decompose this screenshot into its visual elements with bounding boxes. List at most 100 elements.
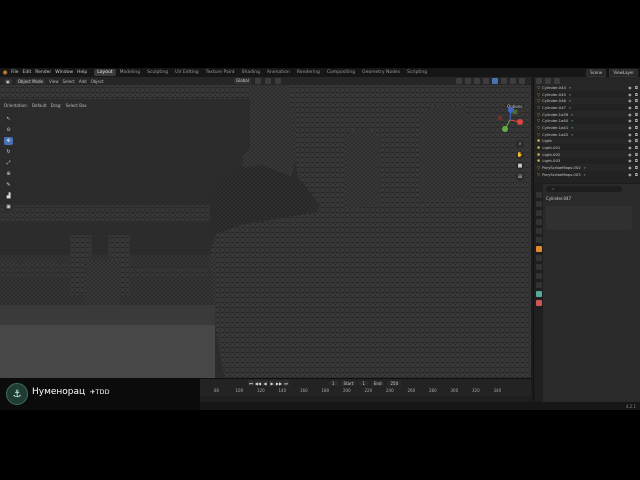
transform-orientation-selector[interactable]: Global	[234, 78, 251, 84]
tool-tab-icon[interactable]	[535, 192, 542, 198]
frame-ruler[interactable]: 80 100 120 140 160 180 200 220 240 260 280 300 320 34…	[200, 388, 531, 396]
outliner-row[interactable]: ✺ Light.001 ◉ ◘	[534, 144, 640, 151]
output-tab-icon[interactable]	[535, 210, 542, 216]
tab-geometry-nodes[interactable]: Geometry Nodes	[359, 69, 403, 76]
filter-icon[interactable]	[554, 77, 560, 84]
prev-keyframe-icon[interactable]: ◀◀	[255, 380, 261, 386]
pivot-icon[interactable]	[254, 78, 261, 84]
view-layer-tab-icon[interactable]	[535, 219, 542, 225]
tab-sculpting[interactable]: Sculpting	[144, 69, 171, 76]
rotate-tool-icon[interactable]: ↻	[4, 148, 13, 156]
menu-render[interactable]: Render	[35, 70, 51, 75]
gizmo-toggle-icon[interactable]	[465, 78, 471, 84]
tab-layout[interactable]: Layout	[94, 69, 116, 76]
visibility-toggle-icon[interactable]: ◉ ◘	[628, 125, 639, 130]
menu-edit[interactable]: Edit	[23, 70, 32, 75]
data-tab-icon[interactable]	[535, 291, 542, 297]
editor-type-button[interactable]: ▣	[4, 78, 12, 84]
object-tab-icon[interactable]	[535, 246, 542, 252]
xray-icon[interactable]	[483, 78, 489, 84]
visibility-icon[interactable]	[456, 78, 462, 84]
pan-hand-icon[interactable]: ✋	[516, 151, 524, 159]
tab-compositing[interactable]: Compositing	[324, 69, 358, 76]
play-reverse-icon[interactable]: ◀	[262, 380, 268, 386]
add-cube-tool-icon[interactable]: ▣	[4, 203, 13, 211]
outliner-editor-icon[interactable]	[536, 77, 542, 84]
view-layer-selector[interactable]: ViewLayer	[609, 69, 638, 77]
transform-tool-icon[interactable]: ⊕	[4, 170, 13, 178]
wireframe-shading-icon[interactable]	[492, 78, 498, 84]
move-tool-icon[interactable]: ✥	[4, 137, 13, 145]
tab-uv-editing[interactable]: UV Editing	[172, 69, 201, 76]
modifier-tab-icon[interactable]	[535, 255, 542, 261]
scene-selector[interactable]: Scene	[586, 69, 607, 77]
outliner-row[interactable]: ▽ Cylinder.046 ▿ ◉ ◘	[534, 97, 640, 105]
navigation-gizmo[interactable]	[495, 105, 525, 135]
play-icon[interactable]: ▶	[269, 380, 275, 386]
jump-start-icon[interactable]: ⏮	[248, 380, 254, 386]
menu-file[interactable]: File	[11, 70, 19, 75]
visibility-toggle-icon[interactable]: ◉ ◘	[628, 132, 639, 137]
tab-scripting[interactable]: Scripting	[404, 69, 430, 76]
visibility-toggle-icon[interactable]: ◉ ◘	[628, 138, 639, 143]
viewport-menu-add[interactable]: Add	[79, 79, 87, 84]
solid-shading-icon[interactable]	[501, 78, 507, 84]
mode-selector[interactable]: Object Mode	[15, 78, 45, 84]
3d-viewport[interactable]: Orientation: Default Drag: Select Box ↖ …	[0, 85, 531, 381]
perspective-grid-icon[interactable]: ⊞	[516, 173, 524, 181]
visibility-toggle-icon[interactable]: ◉ ◘	[628, 92, 639, 97]
menu-window[interactable]: Window	[55, 70, 73, 75]
visibility-toggle-icon[interactable]: ◉ ◘	[628, 145, 639, 150]
outliner-row[interactable]: ▽ PoryScribeMaps.003 ▿ ◉ ◘	[534, 171, 640, 178]
visibility-toggle-icon[interactable]: ◉ ◘	[628, 105, 639, 110]
tab-texture-paint[interactable]: Texture Paint	[203, 69, 238, 76]
outliner-row[interactable]: ✺ Light ◉ ◘	[534, 137, 640, 145]
outliner-row[interactable]: ▽ Cylinder.1a41 ▿ ◉ ◘	[534, 124, 640, 131]
end-frame-field[interactable]: 250	[387, 380, 402, 386]
visibility-toggle-icon[interactable]: ◉ ◘	[628, 165, 639, 170]
viewport-menu-view[interactable]: View	[49, 79, 59, 84]
visibility-toggle-icon[interactable]: ◉ ◘	[628, 172, 639, 177]
outliner-row[interactable]: ✺ Light.003 ◉ ◘	[534, 158, 640, 165]
visibility-toggle-icon[interactable]: ◉ ◘	[628, 118, 639, 123]
properties-panel[interactable]	[546, 206, 632, 230]
material-shading-icon[interactable]	[510, 78, 516, 84]
outliner-row[interactable]: ▽ Cylinder.044 ▿ ◉ ◘	[534, 84, 640, 91]
tab-rendering[interactable]: Rendering	[294, 69, 323, 76]
select-tool-icon[interactable]: ↖	[4, 115, 13, 123]
properties-search-input[interactable]: ⌕	[546, 186, 622, 192]
display-mode-icon[interactable]	[545, 77, 551, 84]
outliner-row[interactable]: ✺ Light.002 ◉ ◘	[534, 150, 640, 158]
physics-tab-icon[interactable]	[535, 273, 542, 279]
jump-end-icon[interactable]: ⏭	[283, 380, 289, 386]
visibility-toggle-icon[interactable]: ◉ ◘	[628, 112, 639, 117]
overlay-toggle-icon[interactable]	[474, 78, 480, 84]
cursor-tool-icon[interactable]: ⊙	[4, 126, 13, 134]
start-frame-field[interactable]: 1	[359, 380, 368, 386]
constraints-tab-icon[interactable]	[535, 282, 542, 288]
wireframe-scene[interactable]	[0, 85, 531, 381]
visibility-toggle-icon[interactable]: ◉ ◘	[628, 158, 639, 163]
tab-shading[interactable]: Shading	[239, 69, 263, 76]
outliner-row[interactable]: ▽ Cylinder.1a42 ▿ ◉ ◘	[534, 131, 640, 138]
tab-modeling[interactable]: Modeling	[117, 69, 143, 76]
scene-tab-icon[interactable]	[535, 228, 542, 234]
visibility-toggle-icon[interactable]: ◉ ◘	[628, 152, 639, 157]
blender-logo-icon[interactable]: ◉	[2, 69, 8, 76]
outliner-row[interactable]: ▽ PoryScribeMaps.002 ▿ ◉ ◘	[534, 164, 640, 171]
camera-view-icon[interactable]: ■	[516, 162, 524, 170]
world-tab-icon[interactable]	[535, 237, 542, 243]
drag-selector[interactable]: Select Box	[66, 103, 87, 108]
current-frame-field[interactable]: 1	[329, 380, 338, 386]
next-keyframe-icon[interactable]: ▶▶	[276, 380, 282, 386]
tab-animation[interactable]: Animation	[264, 69, 293, 76]
rendered-shading-icon[interactable]	[519, 78, 525, 84]
menu-help[interactable]: Help	[77, 70, 87, 75]
viewport-menu-object[interactable]: Object	[91, 79, 104, 84]
material-tab-icon[interactable]	[535, 300, 542, 306]
proportional-edit-icon[interactable]	[274, 78, 281, 84]
render-tab-icon[interactable]	[535, 201, 542, 207]
viewport-menu-select[interactable]: Select	[62, 79, 74, 84]
annotate-tool-icon[interactable]: ✎	[4, 181, 13, 189]
particles-tab-icon[interactable]	[535, 264, 542, 270]
